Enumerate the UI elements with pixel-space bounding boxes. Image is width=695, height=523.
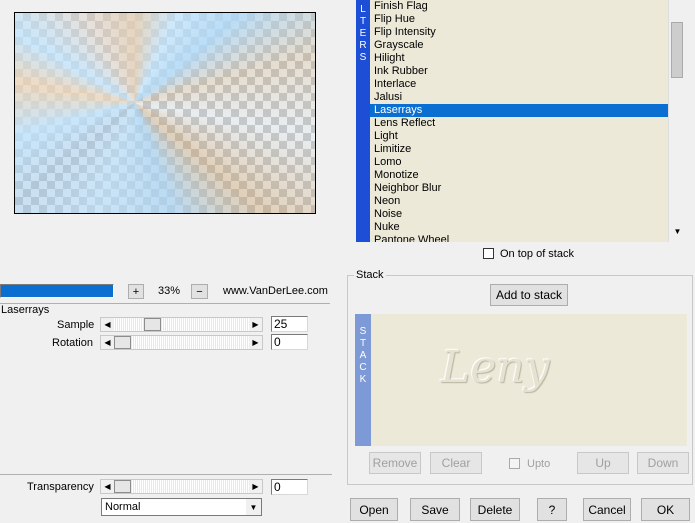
- upto-label: Upto: [527, 458, 551, 470]
- slider-thumb[interactable]: [114, 480, 131, 493]
- stack-tab: STACK: [355, 314, 371, 446]
- filter-item[interactable]: Jalusi: [370, 91, 668, 104]
- filter-item[interactable]: Laserrays: [370, 104, 668, 117]
- laserrays-effect: [15, 13, 315, 213]
- stack-tab-letter: A: [359, 350, 367, 361]
- sample-value-field[interactable]: 25: [271, 316, 308, 332]
- slider-left-arrow-icon[interactable]: ◀: [101, 318, 114, 331]
- up-button[interactable]: Up: [577, 452, 629, 474]
- blend-mode-value: Normal: [105, 501, 141, 513]
- preview-image: [14, 12, 316, 214]
- help-button[interactable]: ?: [537, 498, 567, 521]
- scroll-down-icon[interactable]: ▼: [670, 224, 685, 239]
- progress-fill: [1, 285, 113, 297]
- progress-bar: [0, 284, 114, 298]
- filter-item[interactable]: Pantone Wheel: [370, 234, 668, 242]
- website-link[interactable]: www.VanDerLee.com: [223, 285, 328, 297]
- stack-tab-letter: S: [359, 326, 367, 337]
- down-button[interactable]: Down: [637, 452, 689, 474]
- filters-tab-letter: S: [359, 52, 367, 63]
- filters-tab-letter: E: [359, 28, 367, 39]
- open-button[interactable]: Open: [350, 498, 398, 521]
- ok-button[interactable]: OK: [641, 498, 690, 521]
- filters-tab: LTERS: [356, 0, 370, 242]
- filter-item[interactable]: Light: [370, 130, 668, 143]
- remove-button[interactable]: Remove: [369, 452, 421, 474]
- leny-logo: Leny: [441, 342, 550, 393]
- params-divider: [0, 303, 330, 304]
- save-button[interactable]: Save: [410, 498, 460, 521]
- filter-item[interactable]: Monotize: [370, 169, 668, 182]
- on-top-checkbox[interactable]: [483, 248, 494, 259]
- stack-tab-letter: K: [359, 374, 367, 385]
- filter-item[interactable]: Neon: [370, 195, 668, 208]
- stack-tab-letter: C: [359, 362, 367, 373]
- zoom-in-button[interactable]: +: [128, 284, 144, 299]
- filter-item[interactable]: Finish Flag: [370, 0, 668, 13]
- filter-item[interactable]: Interlace: [370, 78, 668, 91]
- rotation-label: Rotation: [52, 337, 93, 349]
- sample-slider[interactable]: ◀ ▶: [100, 317, 263, 332]
- on-top-label: On top of stack: [500, 248, 574, 260]
- slider-right-arrow-icon[interactable]: ▶: [249, 480, 262, 493]
- chevron-down-icon[interactable]: ▼: [246, 499, 261, 515]
- filter-item[interactable]: Flip Intensity: [370, 26, 668, 39]
- filter-list-scrollbar[interactable]: ▼: [668, 0, 685, 242]
- blend-mode-select[interactable]: Normal ▼: [101, 498, 262, 516]
- zoom-out-button[interactable]: −: [191, 284, 208, 299]
- stack-tab-letter: T: [359, 338, 367, 349]
- filter-item[interactable]: Hilight: [370, 52, 668, 65]
- filter-item[interactable]: Noise: [370, 208, 668, 221]
- filter-item[interactable]: Neighbor Blur: [370, 182, 668, 195]
- upto-checkbox[interactable]: [509, 458, 520, 469]
- slider-right-arrow-icon[interactable]: ▶: [249, 318, 262, 331]
- transparency-slider[interactable]: ◀ ▶: [100, 479, 263, 494]
- filter-item[interactable]: Grayscale: [370, 39, 668, 52]
- cancel-button[interactable]: Cancel: [583, 498, 631, 521]
- filter-item[interactable]: Limitize: [370, 143, 668, 156]
- slider-thumb[interactable]: [143, 318, 161, 331]
- slider-right-arrow-icon[interactable]: ▶: [249, 336, 262, 349]
- zoom-level: 33%: [158, 285, 181, 297]
- stack-list[interactable]: Leny: [371, 314, 687, 446]
- slider-left-arrow-icon[interactable]: ◀: [101, 480, 114, 493]
- filter-item[interactable]: Flip Hue: [370, 13, 668, 26]
- transparency-divider: [0, 474, 332, 475]
- delete-button[interactable]: Delete: [470, 498, 520, 521]
- filters-tab-letter: T: [359, 16, 367, 27]
- transparency-value-field[interactable]: 0: [271, 479, 308, 495]
- clear-button[interactable]: Clear: [430, 452, 482, 474]
- transparency-label: Transparency: [27, 481, 94, 493]
- filter-item[interactable]: Nuke: [370, 221, 668, 234]
- slider-thumb[interactable]: [114, 336, 131, 349]
- rotation-value-field[interactable]: 0: [271, 334, 308, 350]
- filter-list[interactable]: Finish Flag Flip Hue Flip Intensity Graysca…: [370, 0, 668, 242]
- filter-item[interactable]: Lomo: [370, 156, 668, 169]
- filters-tab-letter: R: [359, 40, 367, 51]
- params-title: Laserrays: [1, 304, 50, 316]
- add-to-stack-button[interactable]: Add to stack: [490, 284, 568, 306]
- rotation-slider[interactable]: ◀ ▶: [100, 335, 263, 350]
- scrollbar-thumb[interactable]: [671, 22, 683, 78]
- stack-title: Stack: [354, 269, 386, 281]
- slider-left-arrow-icon[interactable]: ◀: [101, 336, 114, 349]
- filter-item[interactable]: Lens Reflect: [370, 117, 668, 130]
- filters-tab-letter: L: [360, 4, 366, 15]
- filter-item[interactable]: Ink Rubber: [370, 65, 668, 78]
- sample-label: Sample: [57, 319, 95, 331]
